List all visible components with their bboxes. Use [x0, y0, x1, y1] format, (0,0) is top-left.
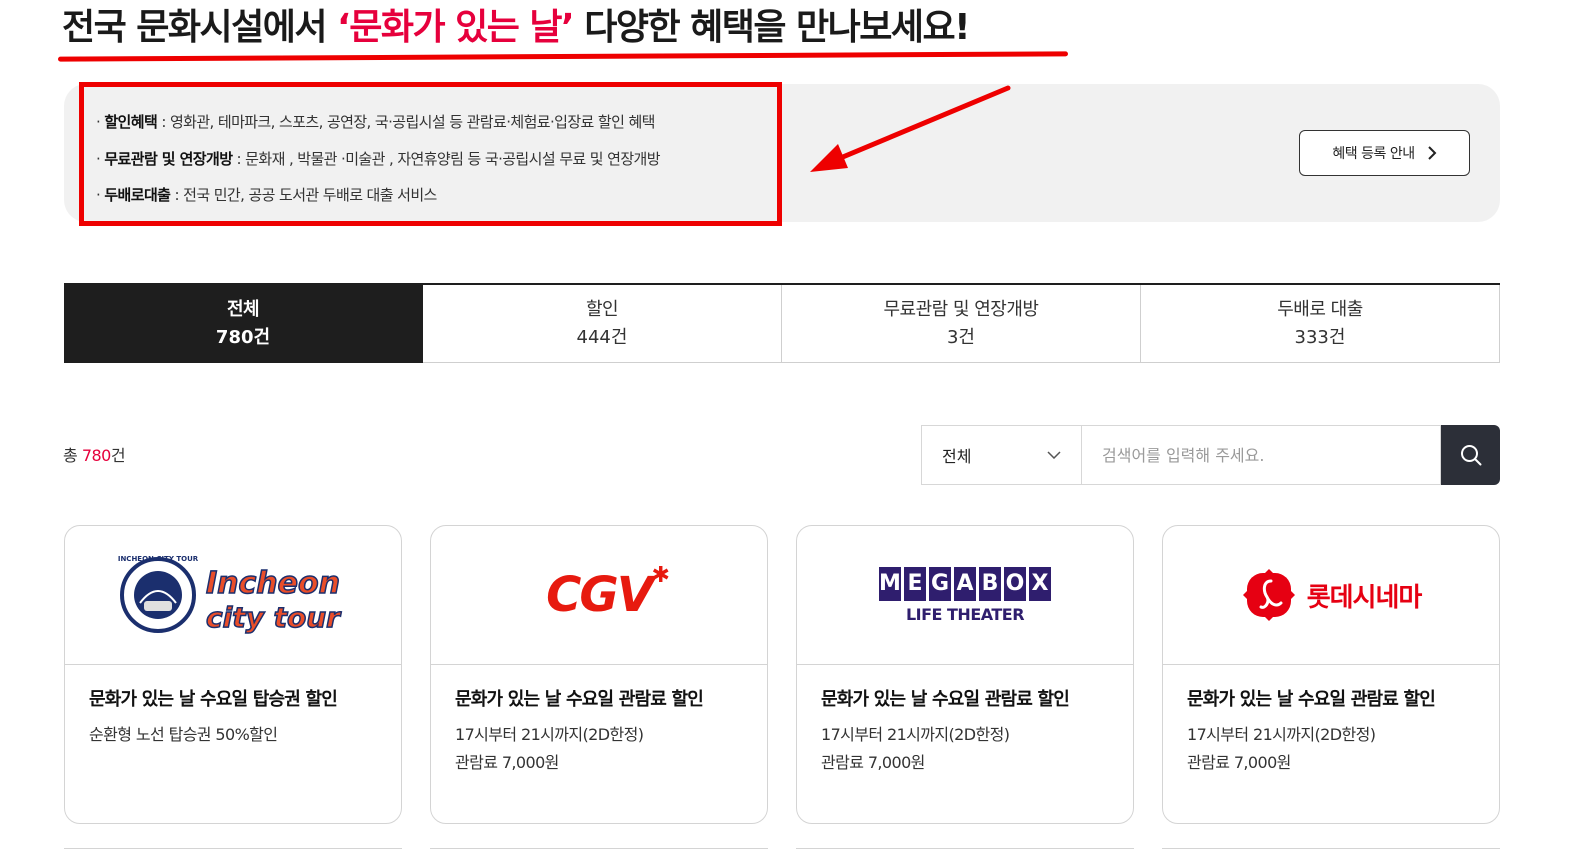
chevron-right-icon	[1427, 146, 1437, 160]
card-body: 문화가 있는 날 수요일 관람료 할인 17시부터 21시까지(2D한정) 관람…	[1163, 665, 1499, 799]
logo-text-line1: Incheon	[206, 566, 340, 601]
benefit-card[interactable]: 롯데시네마 문화가 있는 날 수요일 관람료 할인 17시부터 21시까지(2D…	[1162, 525, 1500, 824]
card-logo-area: INCHEON CITY TOUR Incheon city tour	[65, 526, 401, 665]
card-title: 문화가 있는 날 수요일 관람료 할인	[455, 689, 704, 710]
tab-label: 무료관람 및 연장개방	[883, 298, 1039, 320]
card-logo-area: 롯데시네마	[1163, 526, 1499, 665]
logo-letter: E	[904, 566, 926, 601]
guide-button-label: 혜택 등록 안내	[1332, 146, 1415, 162]
logo-letter: M	[879, 566, 901, 601]
tab-label: 두배로 대출	[1277, 298, 1363, 320]
search-category-select[interactable]: 전체	[921, 425, 1081, 485]
card-desc: 17시부터 21시까지(2D한정) 관람료 7,000원	[821, 725, 1010, 772]
logo-letter: B	[979, 566, 1001, 601]
search-button[interactable]	[1441, 425, 1500, 485]
card-edge	[796, 848, 1134, 854]
megabox-logo: M E G A B O X LIFE THEATER	[879, 566, 1051, 624]
total-suffix: 건	[110, 446, 126, 465]
page-title-highlight: ‘문화가 있는 날’	[337, 7, 575, 48]
tab-all[interactable]: 전체 780건	[64, 285, 423, 363]
total-number: 780	[81, 446, 112, 465]
cgv-logo: CGV ✱	[546, 563, 670, 623]
card-body: 문화가 있는 날 수요일 탑승권 할인 순환형 노선 탑승권 50%할인	[65, 665, 401, 771]
megabox-letters: M E G A B O X	[879, 566, 1051, 601]
card-title: 문화가 있는 날 수요일 관람료 할인	[821, 689, 1070, 710]
card-desc: 순환형 노선 탑승권 50%할인	[89, 725, 278, 744]
page-title-suffix: 다양한 혜택을 만나보세요!	[573, 7, 970, 48]
benefit-registration-guide-button[interactable]: 혜택 등록 안내	[1299, 130, 1470, 176]
logo-letter: X	[1029, 566, 1051, 601]
tab-label: 할인	[585, 298, 619, 320]
tab-free-admission[interactable]: 무료관람 및 연장개방 3건	[782, 285, 1141, 363]
lotte-emblem-icon	[1242, 569, 1295, 621]
lotte-logo-text: 롯데시네마	[1306, 582, 1423, 613]
card-desc: 17시부터 21시까지(2D한정) 관람료 7,000원	[455, 725, 644, 772]
cgv-logo-text: CGV	[546, 567, 654, 623]
tab-count: 780건	[215, 326, 271, 348]
search-bar: 전체	[921, 425, 1500, 485]
tab-count: 333건	[1294, 326, 1346, 348]
page-title: 전국 문화시설에서 ‘문화가 있는 날’ 다양한 혜택을 만나보세요!	[62, 4, 971, 52]
search-category-value: 전체	[942, 447, 972, 466]
megabox-sub: LIFE THEATER	[905, 604, 1025, 624]
benefit-card[interactable]: INCHEON CITY TOUR Incheon city tour 문화가 …	[64, 525, 402, 824]
annotation-box	[79, 82, 782, 226]
benefit-card-list: INCHEON CITY TOUR Incheon city tour 문화가 …	[64, 525, 1500, 824]
card-logo-area: CGV ✱	[431, 526, 767, 665]
logo-letter: O	[1004, 566, 1026, 601]
card-desc: 17시부터 21시까지(2D한정) 관람료 7,000원	[1187, 725, 1376, 772]
tab-count: 444건	[576, 326, 628, 348]
card-edge	[64, 848, 402, 854]
tab-label: 전체	[226, 298, 260, 320]
search-input[interactable]	[1081, 425, 1441, 485]
lotte-cinema-logo: 롯데시네마	[1241, 567, 1422, 623]
chevron-down-icon	[1047, 451, 1061, 459]
card-logo-area: M E G A B O X LIFE THEATER	[797, 526, 1133, 665]
card-title: 문화가 있는 날 수요일 탑승권 할인	[89, 689, 338, 710]
card-body: 문화가 있는 날 수요일 관람료 할인 17시부터 21시까지(2D한정) 관람…	[797, 665, 1133, 799]
logo-letter: A	[954, 566, 976, 601]
search-icon	[1460, 445, 1481, 466]
logo-text-line2: city tour	[206, 601, 342, 634]
card-body: 문화가 있는 날 수요일 관람료 할인 17시부터 21시까지(2D한정) 관람…	[431, 665, 767, 799]
total-prefix: 총	[63, 446, 82, 465]
tab-count: 3건	[946, 326, 975, 348]
benefit-card[interactable]: M E G A B O X LIFE THEATER 문화가 있는 날 수요일 …	[796, 525, 1134, 824]
logo-letter: G	[929, 566, 951, 601]
tab-discount[interactable]: 할인 444건	[423, 285, 782, 363]
page-title-prefix: 전국 문화시설에서	[62, 7, 338, 48]
star-icon: ✱	[651, 563, 669, 588]
next-card-row-edge	[64, 848, 1500, 854]
card-edge	[1162, 848, 1500, 854]
logo-badge-text: INCHEON CITY TOUR	[118, 555, 199, 563]
annotation-arrow-icon	[810, 85, 1011, 172]
category-tabs: 전체 780건 할인 444건 무료관람 및 연장개방 3건 두배로 대출 33…	[64, 283, 1500, 363]
card-edge	[430, 848, 768, 854]
tab-double-loan[interactable]: 두배로 대출 333건	[1141, 285, 1500, 363]
card-title: 문화가 있는 날 수요일 관람료 할인	[1187, 689, 1436, 710]
incheon-city-tour-logo: INCHEON CITY TOUR Incheon city tour	[118, 555, 343, 635]
total-count: 총 780건	[63, 442, 126, 466]
benefit-card[interactable]: CGV ✱ 문화가 있는 날 수요일 관람료 할인 17시부터 21시까지(2D한…	[430, 525, 768, 824]
